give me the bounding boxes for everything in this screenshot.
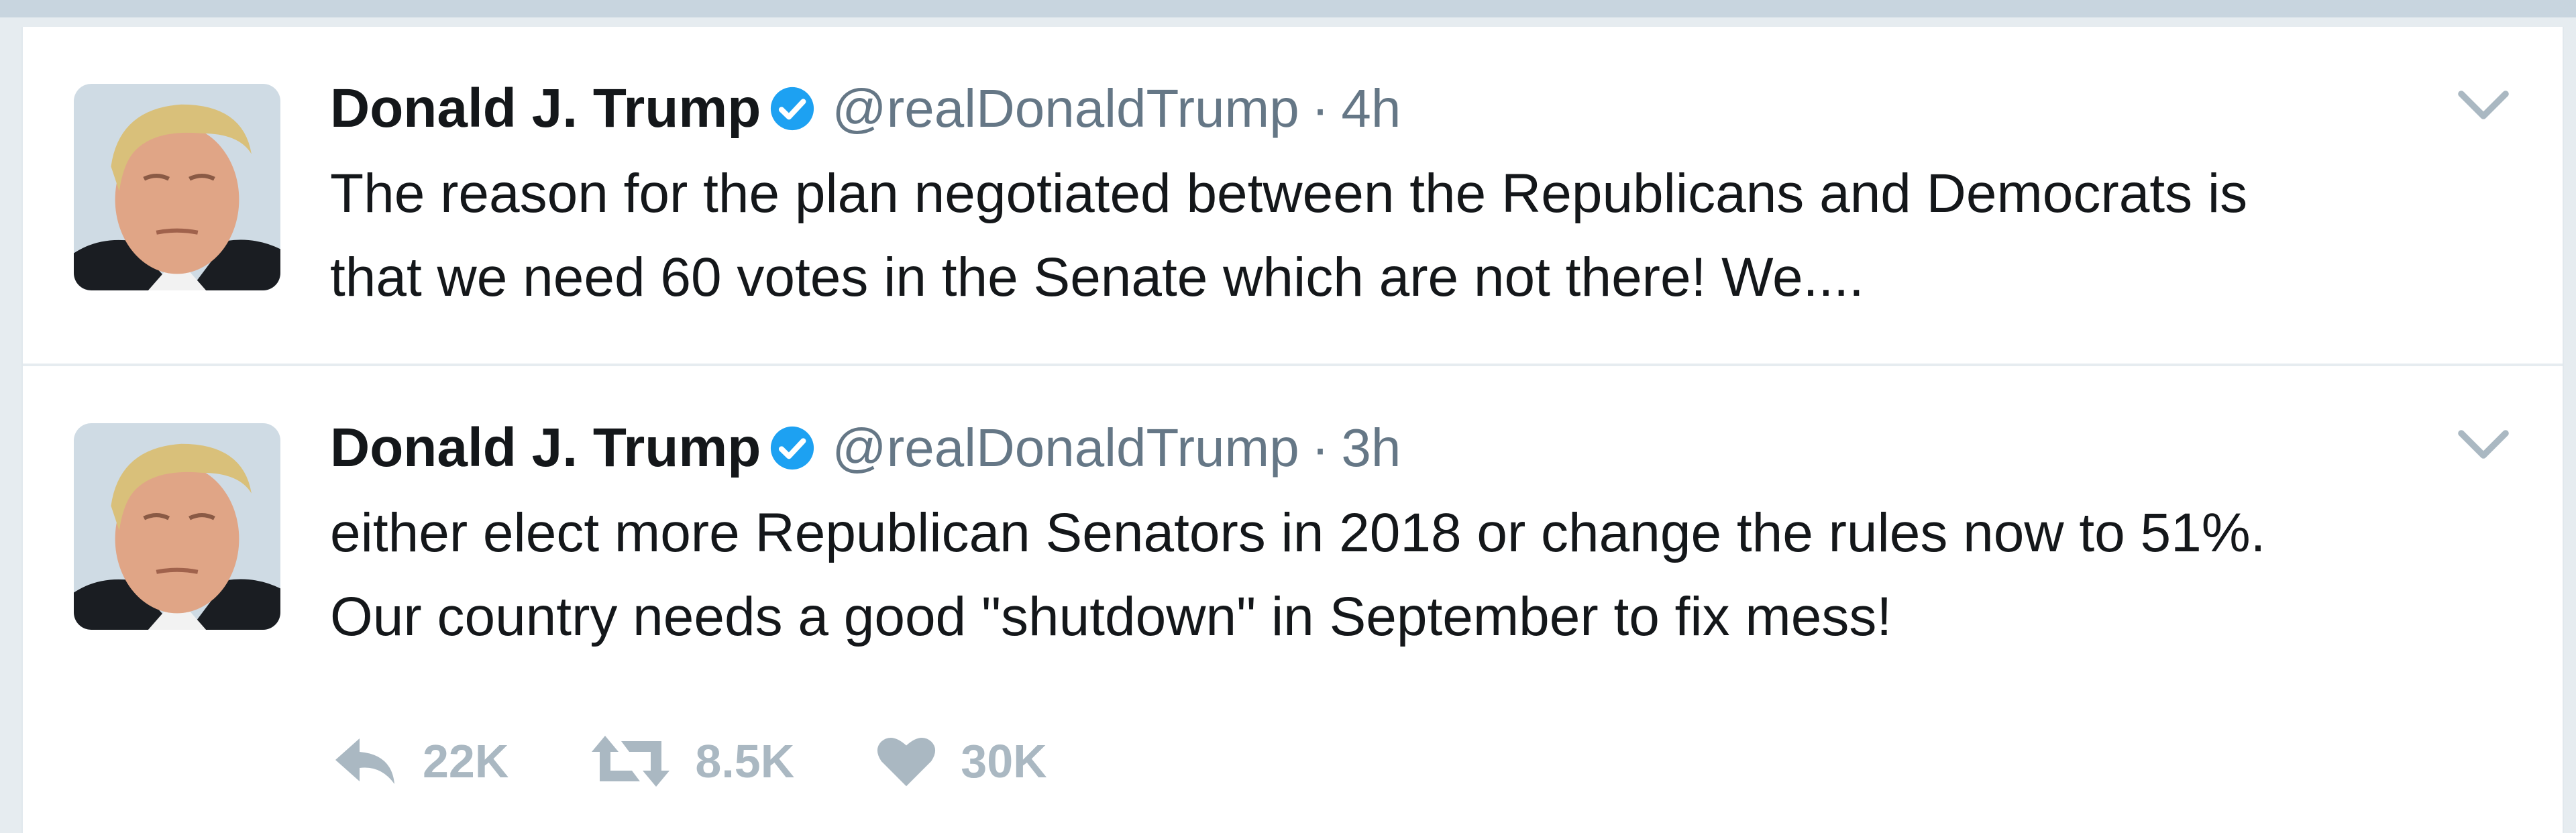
tweet-actions: 22K 8.5K 30K <box>330 724 1128 798</box>
tweet-text: either elect more Republican Senators in… <box>330 491 2477 659</box>
verified-badge-icon <box>769 85 816 132</box>
author-handle[interactable]: @realDonaldTrump <box>832 417 1299 479</box>
like-button[interactable]: 30K <box>875 733 1047 789</box>
tweet-timestamp[interactable]: 3h <box>1341 417 1401 479</box>
tweet-header: Donald J. Trump @realDonaldTrump · 3h <box>330 414 1401 482</box>
reply-count: 22K <box>423 735 509 787</box>
avatar[interactable] <box>74 84 280 290</box>
tweet-item[interactable]: Donald J. Trump @realDonaldTrump · 4h Th… <box>23 27 2563 366</box>
top-border-strip <box>0 0 2576 17</box>
tweet-text: The reason for the plan negotiated betwe… <box>330 152 2477 319</box>
avatar[interactable] <box>74 423 280 630</box>
verified-badge-icon <box>769 425 816 471</box>
reply-icon <box>335 738 394 784</box>
retweet-button[interactable]: 8.5K <box>589 733 794 789</box>
tweet-text-line: that we need 60 votes in the Senate whic… <box>330 247 1864 308</box>
reply-button[interactable]: 22K <box>330 733 508 789</box>
tweet-text-line: either elect more Republican Senators in… <box>330 502 2266 563</box>
tweet-timestamp[interactable]: 4h <box>1341 78 1401 140</box>
chevron-down-icon[interactable] <box>2455 86 2512 126</box>
like-count: 30K <box>961 735 1047 787</box>
tweet-header: Donald J. Trump @realDonaldTrump · 4h <box>330 75 1401 142</box>
heart-icon <box>877 737 936 787</box>
tweet-text-line: Our country needs a good "shutdown" in S… <box>330 586 1892 647</box>
author-handle[interactable]: @realDonaldTrump <box>832 78 1299 140</box>
tweet-item[interactable]: Donald J. Trump @realDonaldTrump · 3h ei… <box>23 366 2563 833</box>
header-separator: · <box>1311 78 1330 138</box>
author-name[interactable]: Donald J. Trump <box>330 416 761 480</box>
chevron-down-icon[interactable] <box>2455 425 2512 465</box>
retweet-icon <box>592 736 670 787</box>
tweet-text-line: The reason for the plan negotiated betwe… <box>330 163 2248 224</box>
author-name[interactable]: Donald J. Trump <box>330 77 761 140</box>
tweet-stream: Donald J. Trump @realDonaldTrump · 4h Th… <box>21 27 2564 833</box>
retweet-count: 8.5K <box>695 735 795 787</box>
header-separator: · <box>1311 418 1330 478</box>
